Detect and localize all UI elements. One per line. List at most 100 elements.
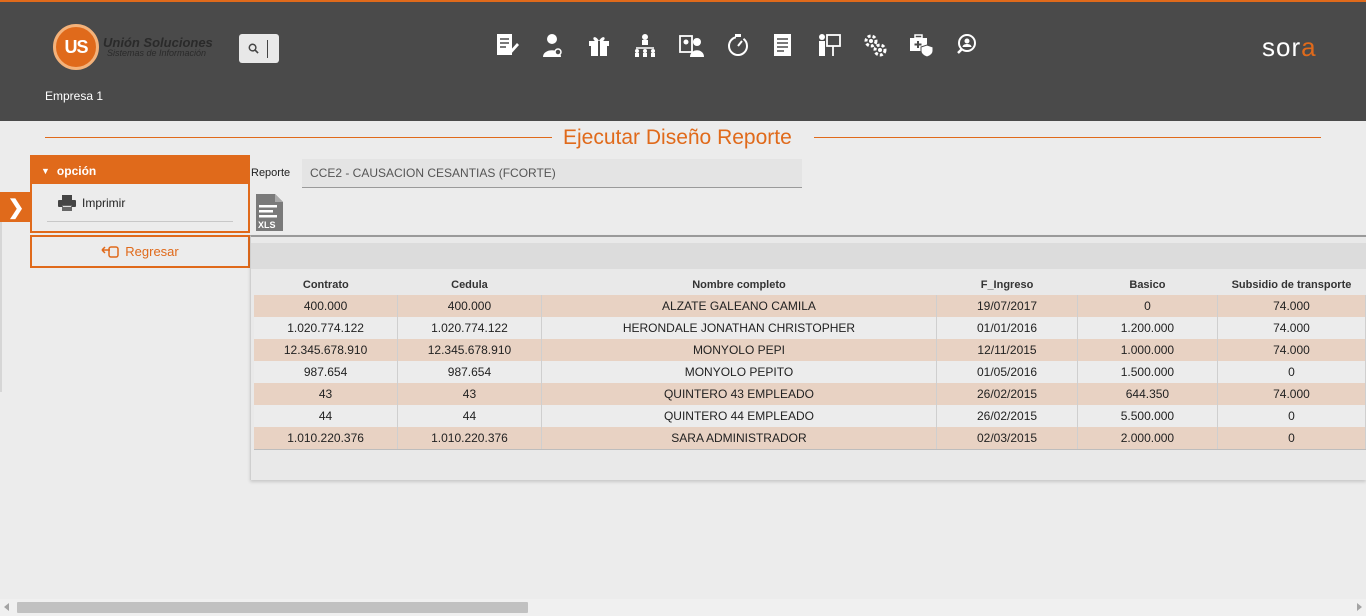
table-cell: 43 [254, 383, 399, 405]
medical-case-shield-icon[interactable] [908, 32, 954, 58]
table-cell: 400.000 [397, 295, 542, 317]
table-cell: 43 [397, 383, 542, 405]
title-divider-right [814, 137, 1321, 138]
table-cell: 1.200.000 [1077, 317, 1218, 339]
title-divider-left [45, 137, 552, 138]
sidebar-edge [0, 222, 2, 392]
back-hand-icon [101, 245, 120, 258]
print-option-label: Imprimir [82, 195, 126, 210]
table-row[interactable]: 43 43 QUINTERO 43 EMPLEADO 26/02/2015 64… [254, 383, 1366, 405]
table-row[interactable]: 987.654 987.654 MONYOLO PEPITO 01/05/201… [254, 361, 1366, 383]
table-cell: 26/02/2015 [936, 405, 1078, 427]
scrollbar-thumb[interactable] [17, 602, 528, 613]
column-header[interactable]: F_Ingreso [936, 275, 1078, 295]
table-cell: 12.345.678.910 [254, 339, 399, 361]
table-cell: 1.500.000 [1077, 361, 1218, 383]
table-cell: 74.000 [1217, 317, 1366, 339]
column-header[interactable]: Cedula [397, 275, 542, 295]
table-cell: SARA ADMINISTRADOR [541, 427, 938, 450]
options-panel: ▼ opción Imprimir [30, 155, 250, 233]
print-option[interactable]: Imprimir [47, 184, 233, 222]
table-cell: 0 [1217, 427, 1366, 450]
table-cell: 1.010.220.376 [254, 427, 399, 450]
table-cell: 0 [1217, 405, 1366, 427]
table-cell: 12/11/2015 [936, 339, 1078, 361]
table-cell: 74.000 [1217, 383, 1366, 405]
table-row[interactable]: 12.345.678.910 12.345.678.910 MONYOLO PE… [254, 339, 1366, 361]
table-row[interactable]: 44 44 QUINTERO 44 EMPLEADO 26/02/2015 5.… [254, 405, 1366, 427]
table-cell: HERONDALE JONATHAN CHRISTOPHER [541, 317, 938, 339]
table-cell: 0 [1217, 361, 1366, 383]
table-row[interactable]: 400.000 400.000 ALZATE GALEANO CAMILA 19… [254, 295, 1366, 317]
table-cell: 44 [397, 405, 542, 427]
results-grid: Contrato Cedula Nombre completo F_Ingres… [250, 235, 1366, 480]
table-cell: 74.000 [1217, 295, 1366, 317]
table-cell: 74.000 [1217, 339, 1366, 361]
table-cell: QUINTERO 44 EMPLEADO [541, 405, 938, 427]
printer-icon [58, 194, 76, 211]
table-cell: 1.010.220.376 [397, 427, 542, 450]
timer-icon[interactable] [724, 32, 770, 58]
id-card-user-icon[interactable] [678, 32, 724, 58]
table-cell: 0 [1077, 295, 1218, 317]
grid-toolbar [251, 243, 1366, 269]
back-button[interactable]: Regresar [30, 235, 250, 268]
table-cell: 19/07/2017 [936, 295, 1078, 317]
options-panel-title: opción [56, 163, 97, 178]
table-row[interactable]: 1.010.220.376 1.010.220.376 SARA ADMINIS… [254, 427, 1366, 450]
presentation-icon[interactable] [816, 32, 862, 58]
table-cell: MONYOLO PEPI [541, 339, 938, 361]
report-list-icon[interactable] [770, 32, 816, 58]
column-header[interactable]: Contrato [254, 275, 398, 295]
settings-gears-icon[interactable] [862, 32, 908, 58]
chevron-right-icon: ❯ [7, 196, 25, 219]
scroll-right-arrow-icon[interactable] [1357, 603, 1362, 611]
sora-brand: sora [1262, 32, 1317, 62]
horizontal-scrollbar[interactable] [0, 599, 1366, 616]
company-logo[interactable]: US Unión Soluciones Sistemas de Informac… [53, 24, 213, 70]
table-cell: 400.000 [254, 295, 399, 317]
scroll-left-arrow-icon[interactable] [4, 603, 9, 611]
reporte-field[interactable]: CCE2 - CAUSACION CESANTIAS (FCORTE) [302, 159, 802, 188]
table-cell: 01/01/2016 [936, 317, 1078, 339]
table-cell: 1.020.774.122 [397, 317, 542, 339]
table-cell: 02/03/2015 [936, 427, 1078, 450]
table-cell: MONYOLO PEPITO [541, 361, 938, 383]
table-cell: ALZATE GALEANO CAMILA [541, 295, 938, 317]
search-button[interactable] [239, 34, 279, 63]
table-cell: 01/05/2016 [936, 361, 1078, 383]
table-cell: 44 [254, 405, 399, 427]
module-nav [494, 32, 1000, 58]
employee-icon[interactable] [540, 32, 586, 58]
table-cell: 2.000.000 [1077, 427, 1218, 450]
logo-subtitle: Sistemas de Información [107, 48, 207, 58]
table-cell: 644.350 [1077, 383, 1218, 405]
options-panel-header[interactable]: ▼ opción [32, 157, 248, 184]
table-row[interactable]: 1.020.774.122 1.020.774.122 HERONDALE JO… [254, 317, 1366, 339]
document-edit-icon[interactable] [494, 32, 540, 58]
gift-icon[interactable] [586, 32, 632, 58]
page-title: Ejecutar Diseño Reporte [563, 126, 792, 149]
results-table: Contrato Cedula Nombre completo F_Ingres… [254, 275, 1366, 450]
table-cell: 1.000.000 [1077, 339, 1218, 361]
column-header[interactable]: Subsidio de transporte [1217, 275, 1366, 295]
top-header: US Unión Soluciones Sistemas de Informac… [0, 0, 1366, 121]
column-header[interactable]: Basico [1077, 275, 1218, 295]
xls-file-icon: XLS [256, 194, 283, 231]
table-cell: 987.654 [397, 361, 542, 383]
org-chart-icon[interactable] [632, 32, 678, 58]
table-cell: 26/02/2015 [936, 383, 1078, 405]
reporte-label: Reporte [251, 167, 291, 179]
table-cell: 1.020.774.122 [254, 317, 399, 339]
column-header[interactable]: Nombre completo [541, 275, 937, 295]
table-header-row: Contrato Cedula Nombre completo F_Ingres… [254, 275, 1366, 295]
table-cell: 5.500.000 [1077, 405, 1218, 427]
svg-text:XLS: XLS [258, 220, 276, 230]
sidebar-toggle[interactable]: ❯ [0, 192, 32, 222]
user-search-icon[interactable] [954, 32, 1000, 58]
table-cell: 12.345.678.910 [397, 339, 542, 361]
company-name: Empresa 1 [45, 89, 104, 103]
table-cell: 987.654 [254, 361, 399, 383]
logo-mark: US [53, 24, 99, 70]
export-xls-button[interactable]: XLS [254, 194, 284, 231]
